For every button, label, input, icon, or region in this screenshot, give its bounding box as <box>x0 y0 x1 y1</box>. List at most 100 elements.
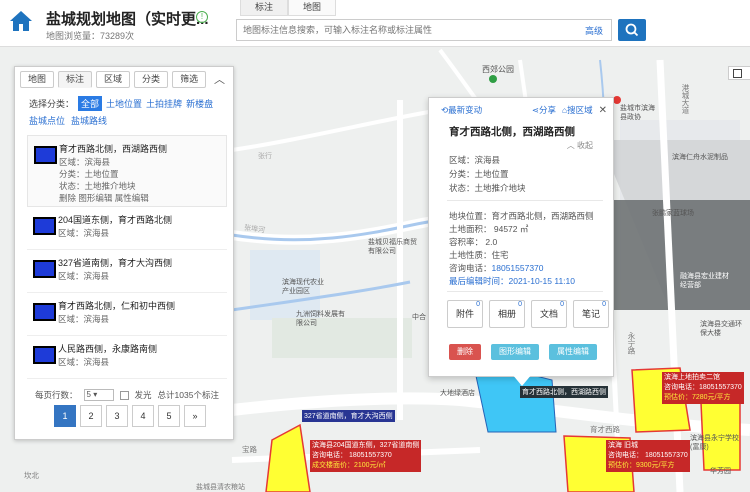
road-label: 坎北 <box>24 471 39 480</box>
plot-tag-selected[interactable]: 育才西路北侧，西湖路西侧 <box>520 386 608 398</box>
item-actions[interactable]: 删除 图形编辑 属性编辑 <box>59 192 149 204</box>
info-icon[interactable]: ! <box>196 11 208 23</box>
list-item[interactable]: 204国道东侧，育才西路北侧 区域：滨海县 <box>27 207 227 250</box>
plot-tag-auction[interactable]: 滨海上地拍卖二馆 咨询电话：18051557370 预估价：7280元/平方 <box>662 372 744 404</box>
plot-tag-old-city[interactable]: 滨海 旧城 咨询电话： 18051557370 预估价：9300元/平方 <box>606 440 690 472</box>
item-status: 状态：土地推介地块 <box>59 181 136 191</box>
map-label: 盐城贝福乐商贸有限公司 <box>368 239 417 255</box>
category-new-housing[interactable]: 新楼盘 <box>186 97 213 110</box>
map-label: 滨海现代农业产业园区 <box>282 279 324 295</box>
attach-label: 相册 <box>497 309 516 319</box>
layer-checkbox[interactable] <box>733 69 742 78</box>
item-title: 204国道东侧，育才西路北侧 <box>58 215 173 225</box>
home-icon[interactable] <box>8 8 34 34</box>
top-header: 盐城规划地图（实时更... ! 地图浏览量：73289次 标注 地图 高级 <box>0 0 750 47</box>
list-item[interactable]: 育才西路北侧，西湖路西侧 区域：滨海县 分类：土地位置 状态：土地推介地块 删除… <box>27 135 227 207</box>
advanced-search-link[interactable]: 高级 <box>585 24 603 37</box>
pagination: 1 2 3 4 5 » <box>54 405 206 427</box>
road-label: 育才西路 <box>590 425 620 434</box>
documents-button[interactable]: 文档 0 <box>531 300 567 328</box>
plot-tag-phone: 咨询电话：18051557370 <box>664 384 742 391</box>
search-box: 高级 <box>236 19 612 41</box>
road-label: 宝路 <box>242 445 257 454</box>
shape-edit-button[interactable]: 图形编辑 <box>491 344 539 360</box>
annotation-list: 育才西路北侧，西湖路西侧 区域：滨海县 分类：土地位置 状态：土地推介地块 删除… <box>27 135 227 379</box>
category-yancheng-routes[interactable]: 盐城路线 <box>71 114 107 127</box>
popup-phone[interactable]: 18051557370 <box>492 263 544 273</box>
item-title: 育才西路北侧，仁和初中西侧 <box>58 301 176 311</box>
view-count: 地图浏览量：73289次 <box>46 31 135 41</box>
popup-collapse[interactable]: ︿ 收起 <box>567 140 593 151</box>
list-item[interactable]: 327省道南侧，育才大沟西侧 区域：滨海县 <box>27 250 227 293</box>
polygon-icon <box>34 146 57 164</box>
category-all[interactable]: 全部 <box>78 96 103 111</box>
share-icon: ⋖ <box>531 104 539 115</box>
search-button[interactable] <box>618 19 646 41</box>
item-title: 人民路西侧，永康路南侧 <box>58 344 158 354</box>
popup-phone-label: 咨询电话： <box>449 263 492 273</box>
page-button[interactable]: 2 <box>80 405 102 427</box>
item-area: 区域：滨海县 <box>58 314 110 324</box>
page-button[interactable]: 5 <box>158 405 180 427</box>
popup-pointer <box>512 374 532 386</box>
search-input[interactable] <box>237 20 589 40</box>
map-label: 融海县宏业建材经营部 <box>680 273 729 289</box>
tab-annotation[interactable]: 标注 <box>240 0 289 16</box>
top-tabs: 标注 地图 <box>240 0 337 16</box>
delete-button[interactable]: 删除 <box>449 344 481 360</box>
item-title: 育才西路北侧，西湖路西侧 <box>59 144 168 154</box>
road-label: 港城大道 <box>681 84 690 114</box>
attachments-button[interactable]: 附件 0 <box>447 300 483 328</box>
attach-label: 文档 <box>539 309 558 319</box>
category-yancheng-points[interactable]: 盐城点位 <box>29 114 65 127</box>
popup-title: 育才西路北侧，西湖路西侧 <box>449 126 575 138</box>
share-link[interactable]: 分享 <box>539 104 556 116</box>
map-label: 九洲饲料发展有限公司 <box>296 311 345 327</box>
collapse-panel-icon[interactable]: ︿ <box>214 71 225 87</box>
annotation-popup: ⟲ 最新变动 ⋖ 分享 ⌂ 搜区域 ✕ 育才西路北侧，西湖路西侧 ︿ 收起 区域… <box>428 97 614 377</box>
item-area: 区域：滨海县 <box>58 228 110 238</box>
category-land-location[interactable]: 土地位置 <box>106 97 142 110</box>
close-icon[interactable]: ✕ <box>599 105 607 116</box>
plot-tag-phone: 咨询电话： 18051557370 <box>608 452 688 459</box>
category-land-auction[interactable]: 土拍挂牌 <box>146 97 182 110</box>
panel-tab-filter[interactable]: 筛选 <box>172 71 207 88</box>
next-page-button[interactable]: » <box>184 405 206 427</box>
plot-tag-price: 成交楼面价：2100元/㎡ <box>312 462 386 469</box>
rows-per-page-value: 5 <box>86 390 91 399</box>
recent-changes-icon: ⟲ <box>441 104 449 115</box>
plot-tag-204[interactable]: 滨海县204国道东侧，327省道南侧 咨询电话： 18051557370 成交楼… <box>310 440 422 472</box>
glow-checkbox[interactable] <box>119 390 129 400</box>
tab-map[interactable]: 地图 <box>288 0 337 16</box>
page-button[interactable]: 4 <box>132 405 154 427</box>
recent-changes-link[interactable]: 最新变动 <box>448 104 482 116</box>
panel-tabs: 地图 标注 区域 分类 筛选 <box>20 71 207 88</box>
list-item[interactable]: 育才西路北侧，仁和初中西侧 区域：滨海县 <box>27 293 227 336</box>
search-area-link[interactable]: 搜区域 <box>567 104 593 116</box>
panel-tab-annotation[interactable]: 标注 <box>58 71 93 88</box>
list-item[interactable]: 人民路西侧，永康路南侧 区域：滨海县 <box>27 336 227 379</box>
map-layer-toggle[interactable] <box>728 66 750 80</box>
item-title: 327省道南侧，育才大沟西侧 <box>58 258 173 268</box>
panel-tab-region[interactable]: 区域 <box>96 71 131 88</box>
annotation-panel: 地图 标注 区域 分类 筛选 ︿ 选择分类： 全部 土地位置 土拍挂牌 新楼盘 … <box>14 66 234 440</box>
category-selector-row2: 盐城点位 盐城路线 <box>29 114 107 127</box>
popup-location: 地块位置：育才西路北侧，西湖路西侧 <box>449 211 594 221</box>
attach-label: 附件 <box>455 309 474 319</box>
notes-button[interactable]: 笔记 0 <box>573 300 609 328</box>
panel-tab-map[interactable]: 地图 <box>20 71 55 88</box>
divider <box>447 291 603 292</box>
attribute-edit-button[interactable]: 属性编辑 <box>549 344 597 360</box>
plot-tag[interactable]: 327省道南侧，育才大沟西侧 <box>302 410 395 422</box>
album-button[interactable]: 相册 0 <box>489 300 525 328</box>
map-label: 华芳园 <box>710 468 731 475</box>
polygon-icon <box>33 217 56 235</box>
panel-tab-category[interactable]: 分类 <box>134 71 169 88</box>
map-label: 张行 <box>258 153 272 160</box>
page-button[interactable]: 3 <box>106 405 128 427</box>
page-button[interactable]: 1 <box>54 405 76 427</box>
attach-count: 0 <box>476 301 480 308</box>
rows-per-page-select[interactable]: 5 ▾ <box>83 389 114 401</box>
item-area: 区域：滨海县 <box>58 271 110 281</box>
popup-area: 区域：滨海县 <box>449 155 501 165</box>
